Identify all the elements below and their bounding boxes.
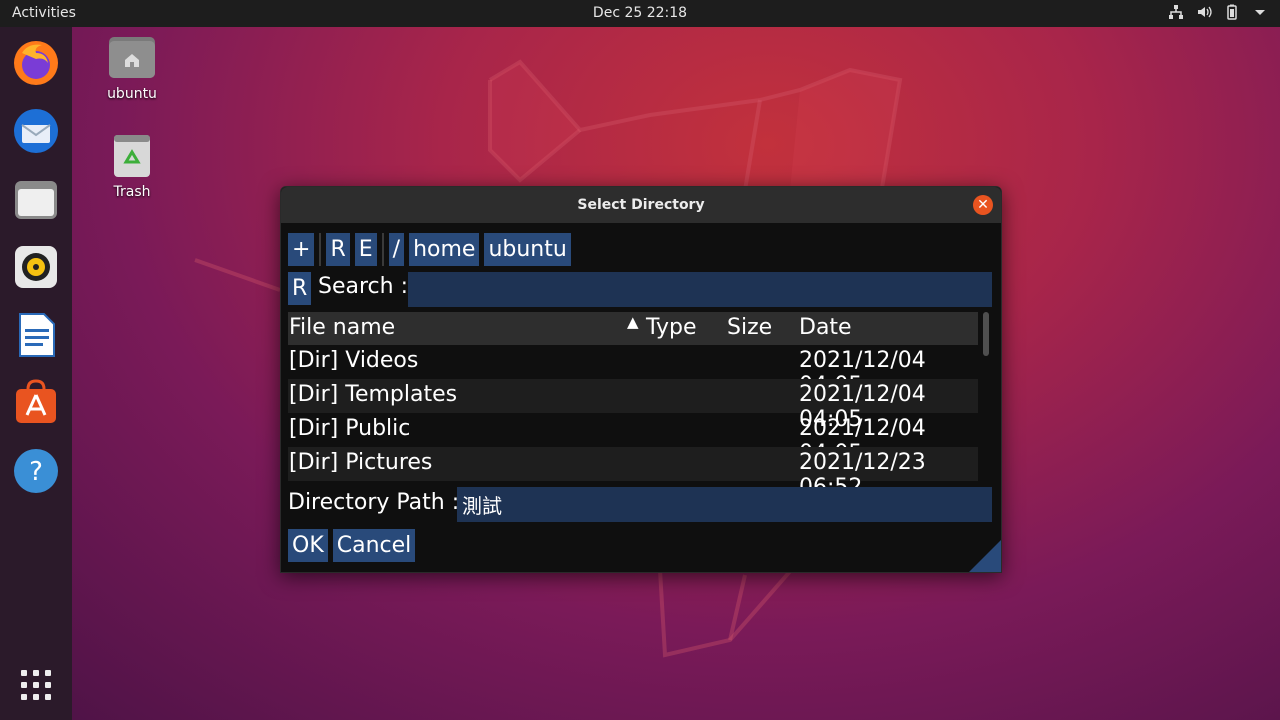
table-row[interactable]: [Dir] Videos 2021/12/04 04:05 [288, 345, 978, 398]
row-name: [Dir] Public [289, 416, 411, 441]
path-segment-root[interactable]: / [388, 233, 405, 266]
search-label: Search : [318, 274, 408, 299]
home-folder-icon [109, 37, 155, 78]
new-folder-button[interactable]: + [288, 233, 315, 266]
row-name: [Dir] Videos [289, 348, 419, 373]
directory-path-row: Directory Path : 測試 [288, 487, 992, 523]
menu-arrow-icon [1252, 4, 1268, 20]
help-icon[interactable]: ? [12, 447, 60, 495]
rhythmbox-icon[interactable] [12, 243, 60, 291]
path-bar: + R E / home ubuntu [288, 233, 576, 266]
thunderbird-icon[interactable] [12, 107, 60, 155]
network-icon [1168, 4, 1184, 20]
dialog-title: Select Directory [577, 197, 705, 213]
system-tray[interactable] [1168, 4, 1268, 20]
top-bar: Activities Dec 25 22:18 [0, 0, 1280, 27]
header-file-name[interactable]: File name [289, 315, 395, 340]
file-table: File name ▲ Type Size Date [Dir] Videos … [288, 312, 978, 500]
directory-path-input[interactable]: 測試 [457, 487, 992, 522]
ubuntu-software-icon[interactable] [12, 379, 60, 427]
separator [319, 233, 322, 266]
ok-button[interactable]: OK [288, 529, 328, 562]
battery-icon [1224, 4, 1240, 20]
sort-ascending-icon: ▲ [627, 313, 639, 331]
directory-path-label: Directory Path : [288, 490, 460, 515]
header-date[interactable]: Date [799, 315, 852, 340]
desktop-icon-label: Trash [113, 184, 151, 200]
dialog-actions: OK Cancel [288, 529, 420, 562]
table-row[interactable]: [Dir] Pictures 2021/12/23 06:52 [288, 447, 978, 500]
table-row[interactable]: [Dir] Public 2021/12/04 04:05 [288, 413, 978, 466]
reset-search-button[interactable]: R [288, 272, 312, 305]
path-segment-ubuntu[interactable]: ubuntu [484, 233, 571, 266]
search-row: R Search : [288, 272, 992, 307]
desktop-trash[interactable]: Trash [92, 134, 172, 200]
libreoffice-writer-icon[interactable] [12, 311, 60, 359]
table-header: File name ▲ Type Size Date [288, 312, 978, 345]
table-row[interactable]: [Dir] Templates 2021/12/04 04:05 [288, 379, 978, 432]
row-name: [Dir] Templates [289, 382, 458, 407]
close-button[interactable]: ✕ [973, 195, 993, 215]
dock: ? [0, 27, 72, 720]
firefox-icon[interactable] [12, 39, 60, 87]
reset-path-button[interactable]: R [326, 233, 350, 266]
edit-path-button[interactable]: E [354, 233, 377, 266]
row-name: [Dir] Pictures [289, 450, 433, 475]
apps-grid-icon[interactable] [12, 661, 60, 709]
table-scrollbar[interactable] [983, 312, 989, 356]
close-icon: ✕ [977, 197, 989, 213]
resize-grip[interactable] [969, 540, 1001, 572]
header-type[interactable]: Type [646, 315, 697, 340]
dialog-titlebar[interactable]: Select Directory ✕ [281, 187, 1001, 223]
svg-text:?: ? [29, 457, 43, 487]
desktop-home-folder[interactable]: ubuntu [92, 36, 172, 102]
separator [381, 233, 384, 266]
search-input[interactable] [408, 272, 992, 307]
trash-icon [114, 135, 150, 177]
desktop-icon-label: ubuntu [107, 86, 157, 102]
select-directory-dialog: Select Directory ✕ + R E / home ubuntu R Sear… [280, 186, 1002, 573]
cancel-button[interactable]: Cancel [332, 529, 416, 562]
path-segment-home[interactable]: home [409, 233, 480, 266]
volume-icon [1196, 4, 1212, 20]
header-size[interactable]: Size [727, 315, 772, 340]
files-icon[interactable] [12, 175, 60, 223]
clock[interactable]: Dec 25 22:18 [0, 5, 1280, 21]
